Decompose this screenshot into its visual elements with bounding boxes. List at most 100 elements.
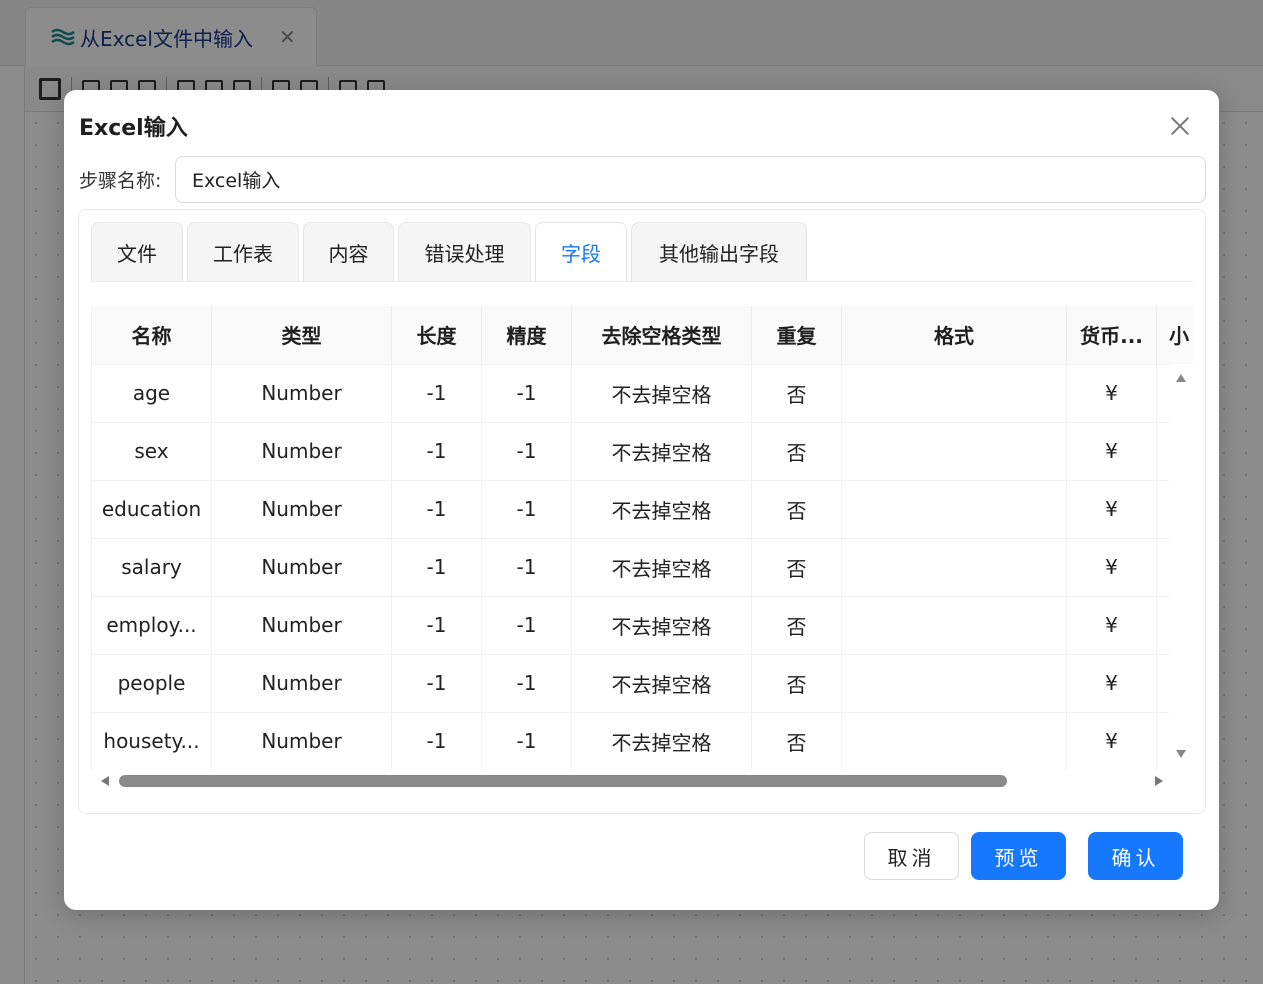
table-cell[interactable]: Number	[211, 422, 392, 481]
table-cell[interactable]: -1	[481, 480, 572, 539]
column-header[interactable]: 去除空格类型	[571, 306, 752, 365]
table-cell[interactable]	[841, 538, 1067, 597]
confirm-button[interactable]: 确认	[1088, 832, 1183, 880]
table-cell[interactable]: -1	[391, 422, 482, 481]
column-header[interactable]: 重复	[751, 306, 842, 365]
table-cell[interactable]: 不去掉空格	[571, 422, 752, 481]
table-cell[interactable]: -1	[391, 712, 482, 771]
table-cell[interactable]: 否	[751, 422, 842, 481]
table-cell[interactable]: -1	[481, 712, 572, 771]
fields-table-container: 名称 类型 长度 精度 去除空格类型 重复 格式 货币... 小 age Numb…	[91, 306, 1193, 792]
table-cell[interactable]: ¥	[1066, 480, 1157, 539]
tab-file[interactable]: 文件	[91, 222, 183, 282]
table-cell[interactable]	[841, 654, 1067, 713]
table-cell[interactable]	[841, 712, 1067, 771]
table-cell[interactable]: people	[91, 654, 212, 713]
column-header[interactable]: 货币...	[1066, 306, 1157, 365]
tab-list: 文件 工作表 内容 错误处理 字段 其他输出字段	[91, 222, 807, 282]
table-cell[interactable]: ¥	[1066, 364, 1157, 423]
table-cell[interactable]: ¥	[1066, 538, 1157, 597]
table-cell[interactable]: 否	[751, 596, 842, 655]
table-row[interactable]: sex Number -1 -1 不去掉空格否 ¥	[91, 422, 1193, 481]
tab-other-output-fields[interactable]: 其他输出字段	[631, 222, 807, 282]
table-cell[interactable]: salary	[91, 538, 212, 597]
table-cell[interactable]: ¥	[1066, 422, 1157, 481]
table-cell[interactable]: -1	[481, 538, 572, 597]
table-cell[interactable]: housety...	[91, 712, 212, 771]
table-cell[interactable]: Number	[211, 480, 392, 539]
dialog-title: Excel输入	[79, 116, 188, 141]
table-cell[interactable]	[841, 480, 1067, 539]
table-cell[interactable]: Number	[211, 538, 392, 597]
table-cell[interactable]: 不去掉空格	[571, 712, 752, 771]
table-cell[interactable]: 否	[751, 538, 842, 597]
table-cell[interactable]: ¥	[1066, 596, 1157, 655]
step-name-input[interactable]	[175, 156, 1206, 203]
table-cell[interactable]: 否	[751, 480, 842, 539]
fields-table: 名称 类型 长度 精度 去除空格类型 重复 格式 货币... 小 age Numb…	[91, 306, 1193, 771]
table-cell[interactable]: sex	[91, 422, 212, 481]
column-header[interactable]: 小	[1156, 306, 1193, 365]
table-cell[interactable]: -1	[391, 538, 482, 597]
table-row[interactable]: housety... Number -1 -1 不去掉空格否 ¥	[91, 712, 1193, 771]
table-row[interactable]: salary Number -1 -1 不去掉空格否 ¥	[91, 538, 1193, 597]
preview-button[interactable]: 预览	[971, 832, 1066, 880]
table-header-row: 名称 类型 长度 精度 去除空格类型 重复 格式 货币... 小	[91, 306, 1193, 365]
table-cell[interactable]	[841, 596, 1067, 655]
table-cell[interactable]: 不去掉空格	[571, 364, 752, 423]
table-cell[interactable]: Number	[211, 364, 392, 423]
tab-fields[interactable]: 字段	[535, 222, 627, 282]
table-cell[interactable]: -1	[391, 654, 482, 713]
tab-worksheet[interactable]: 工作表	[187, 222, 299, 282]
table-cell[interactable]: 不去掉空格	[571, 654, 752, 713]
excel-input-dialog: Excel输入 步骤名称: 文件 工作表 内容 错误处理 字段 其他输出字段 名…	[64, 90, 1219, 910]
table-cell[interactable]: -1	[391, 480, 482, 539]
scroll-left-icon[interactable]	[101, 776, 109, 786]
table-cell[interactable]: Number	[211, 654, 392, 713]
column-header[interactable]: 名称	[91, 306, 212, 365]
step-name-label: 步骤名称:	[79, 170, 162, 192]
table-cell[interactable]: employ...	[91, 596, 212, 655]
horizontal-scrollbar[interactable]	[91, 770, 1193, 792]
tab-content[interactable]: 内容	[303, 222, 394, 282]
table-cell[interactable]: 否	[751, 364, 842, 423]
vertical-scrollbar[interactable]	[1169, 364, 1193, 770]
table-cell[interactable]: Number	[211, 712, 392, 771]
table-row[interactable]: people Number -1 -1 不去掉空格否 ¥	[91, 654, 1193, 713]
table-cell[interactable]: -1	[391, 596, 482, 655]
table-row[interactable]: age Number -1 -1 不去掉空格否 ¥	[91, 364, 1193, 423]
scroll-down-icon[interactable]	[1176, 750, 1186, 758]
table-cell[interactable]: education	[91, 480, 212, 539]
table-cell[interactable]	[841, 422, 1067, 481]
table-body: age Number -1 -1 不去掉空格否 ¥ sex Number -1 -1 不去掉空格否 ¥…	[91, 364, 1193, 771]
table-row[interactable]: employ... Number -1 -1 不去掉空格否 ¥	[91, 596, 1193, 655]
column-header[interactable]: 格式	[841, 306, 1067, 365]
table-cell[interactable]: 否	[751, 654, 842, 713]
cancel-button[interactable]: 取消	[864, 832, 959, 880]
table-cell[interactable]: -1	[481, 596, 572, 655]
scroll-up-icon[interactable]	[1176, 374, 1186, 382]
column-header[interactable]: 长度	[391, 306, 482, 365]
tabs-divider	[91, 281, 1193, 282]
table-cell[interactable]: -1	[481, 654, 572, 713]
table-cell[interactable]: 不去掉空格	[571, 480, 752, 539]
table-cell[interactable]: age	[91, 364, 212, 423]
column-header[interactable]: 精度	[481, 306, 572, 365]
table-cell[interactable]: 不去掉空格	[571, 596, 752, 655]
table-cell[interactable]: Number	[211, 596, 392, 655]
table-cell[interactable]: ¥	[1066, 654, 1157, 713]
table-cell[interactable]	[841, 364, 1067, 423]
table-cell[interactable]: -1	[481, 422, 572, 481]
table-cell[interactable]: ¥	[1066, 712, 1157, 771]
scrollbar-thumb[interactable]	[119, 775, 1007, 787]
table-cell[interactable]: -1	[481, 364, 572, 423]
table-cell[interactable]: 不去掉空格	[571, 538, 752, 597]
table-row[interactable]: education Number -1 -1 不去掉空格否 ¥	[91, 480, 1193, 539]
close-icon[interactable]	[1166, 112, 1194, 140]
column-header[interactable]: 类型	[211, 306, 392, 365]
tab-panel: 文件 工作表 内容 错误处理 字段 其他输出字段 名称 类型 长度 精度 去除空…	[78, 209, 1206, 814]
table-cell[interactable]: -1	[391, 364, 482, 423]
scroll-right-icon[interactable]	[1155, 776, 1163, 786]
tab-error-handling[interactable]: 错误处理	[398, 222, 531, 282]
table-cell[interactable]: 否	[751, 712, 842, 771]
